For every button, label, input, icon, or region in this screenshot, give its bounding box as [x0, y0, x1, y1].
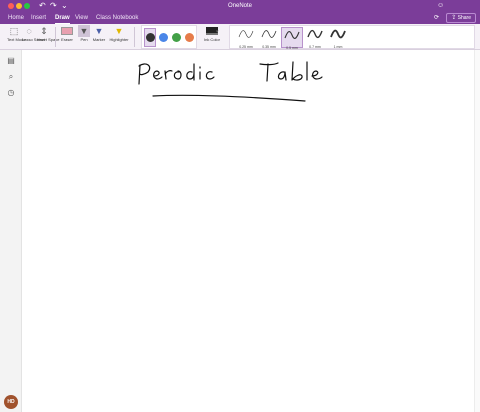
highlighter-button[interactable]: ▼ Highlighter: [108, 25, 130, 42]
thickness-option[interactable]: 0.7 mm: [304, 27, 326, 49]
vertical-scrollbar[interactable]: [474, 50, 480, 412]
lasso-select-label: Lasso Select: [22, 37, 45, 42]
left-nav: ▤ ⌕ ◷ HD: [0, 50, 22, 412]
tab-view[interactable]: View: [75, 13, 88, 23]
text-mode-button[interactable]: ⬚ Text Mode: [7, 25, 26, 42]
marker-label: Marker: [92, 37, 106, 42]
thickness-gallery: 0.25 mm 0.35 mm 0.5 mm 0.7 mm 1 mm: [229, 25, 475, 50]
handwritten-ink: [138, 61, 323, 102]
ribbon: Home Insert Draw View Class Notebook ⟳ ⇪…: [0, 12, 480, 50]
marker-icon: ▼: [94, 26, 104, 36]
pen-button[interactable]: ▼ Pen: [77, 25, 91, 42]
recent-icon[interactable]: ◷: [4, 86, 18, 100]
window-title: OneNote: [227, 3, 252, 9]
highlighter-label: Highlighter: [109, 37, 129, 42]
thickness-option-selected[interactable]: 0.5 mm: [281, 27, 303, 50]
share-label: Share: [457, 15, 471, 21]
pen-label: Pen: [80, 37, 88, 42]
eraser-icon: [61, 27, 73, 35]
squiggle-icon: [238, 30, 254, 38]
tab-class-notebook[interactable]: Class Notebook: [96, 13, 138, 23]
eraser-label: Eraser: [61, 37, 73, 42]
note-canvas[interactable]: [22, 50, 474, 412]
insert-space-button[interactable]: ⇕ Insert Space: [37, 25, 60, 42]
search-icon[interactable]: ⌕: [4, 70, 18, 84]
lasso-select-button[interactable]: ◌ Lasso Select: [22, 25, 45, 42]
ink-color-button[interactable]: Ink Color: [202, 25, 222, 42]
share-button[interactable]: ⇪ Share: [446, 13, 476, 23]
thickness-label: 0.7 mm: [309, 45, 321, 49]
color-swatch-blue[interactable]: [159, 33, 168, 42]
insert-space-label: Insert Space: [37, 37, 60, 42]
tab-home[interactable]: Home: [8, 13, 24, 23]
thickness-label: 0.25 mm: [239, 45, 253, 49]
squiggle-icon: [330, 29, 346, 39]
color-swatch-orange[interactable]: [185, 33, 194, 42]
eraser-button[interactable]: Eraser: [58, 25, 76, 42]
notebooks-icon[interactable]: ▤: [4, 54, 18, 68]
lasso-icon: ◌: [26, 26, 32, 36]
thickness-label: 1 mm: [333, 45, 343, 49]
thickness-label: 0.35 mm: [262, 45, 276, 49]
divider: [134, 27, 135, 47]
ink-color-label: Ink Color: [203, 37, 220, 42]
marker-button[interactable]: ▼ Marker: [91, 25, 107, 42]
highlighter-icon: ▼: [114, 26, 124, 36]
ribbon-tabs: Home Insert Draw View Class Notebook ⟳ ⇪…: [0, 12, 480, 24]
squiggle-icon: [307, 29, 323, 39]
pen-color-gallery: [141, 25, 197, 49]
squiggle-icon: [284, 31, 300, 39]
squiggle-icon: [261, 30, 277, 38]
text-mode-icon: ⬚: [9, 26, 19, 36]
title-bar: ↶ ↷ ⌄ OneNote ☺: [0, 0, 480, 12]
pen-icon: ▼: [78, 25, 90, 37]
color-swatch-black[interactable]: [146, 33, 155, 42]
tab-draw[interactable]: Draw: [55, 13, 70, 24]
color-swatch-green[interactable]: [172, 33, 181, 42]
share-icon: ⇪: [451, 15, 457, 21]
divider: [55, 27, 56, 47]
insert-space-icon: ⇕: [40, 26, 48, 36]
thickness-option[interactable]: 1 mm: [327, 27, 349, 49]
sync-icon[interactable]: ⟳: [434, 13, 439, 23]
avatar[interactable]: HD: [4, 395, 18, 409]
chevron-down-icon[interactable]: ▾: [216, 27, 219, 37]
text-mode-label: Text Mode: [7, 37, 26, 42]
smiley-icon[interactable]: ☺: [437, 1, 444, 11]
draw-toolbar: ⬚ Text Mode ◌ Lasso Select ⇕ Insert Spac…: [0, 24, 480, 50]
tab-insert[interactable]: Insert: [31, 13, 46, 23]
thickness-option[interactable]: 0.25 mm: [235, 27, 257, 49]
thickness-option[interactable]: 0.35 mm: [258, 27, 280, 49]
